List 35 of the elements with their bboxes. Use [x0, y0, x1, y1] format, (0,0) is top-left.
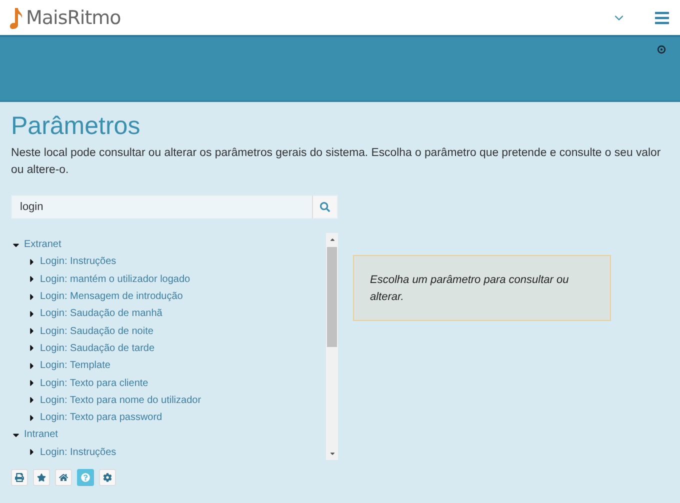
- home-button[interactable]: [55, 469, 72, 486]
- home-icon: [59, 473, 68, 482]
- scrollbar[interactable]: [326, 233, 338, 460]
- search-icon: [320, 202, 330, 212]
- tree-item[interactable]: Login: Instruções: [40, 446, 116, 458]
- tree-item[interactable]: Login: Instruções: [40, 256, 116, 268]
- settings-icon: [103, 473, 112, 482]
- settings-button[interactable]: [99, 469, 116, 486]
- page-description: Neste local pode consultar ou alterar os parâmetros gerais do sistema. Escolha o parâmetro que pretende e consulte o seu valor ou altere-o.: [11, 146, 662, 178]
- scroll-down-icon[interactable]: [328, 450, 336, 457]
- star-icon: [37, 473, 46, 482]
- tree-item[interactable]: Login: Saudação de noite: [40, 326, 154, 337]
- info-message: Escolha um parâmetro para consultar ou alterar.: [353, 255, 611, 321]
- music-note-icon: [10, 6, 23, 28]
- tree-item[interactable]: Login: Texto para cliente: [40, 378, 148, 389]
- tree-item[interactable]: Login: mantém o utilizador logado: [40, 274, 190, 285]
- scroll-up-icon[interactable]: [328, 236, 336, 243]
- tree-group[interactable]: Intranet: [24, 429, 58, 440]
- print-icon: [15, 473, 24, 482]
- tree-item[interactable]: Login: Saudação de tarde: [40, 342, 155, 354]
- tree-item[interactable]: Login: Saudação de manhã: [40, 308, 162, 320]
- tree-item[interactable]: Login: Texto para password: [40, 412, 162, 424]
- search-button[interactable]: [312, 195, 338, 219]
- page-title: Parâmetros: [11, 112, 142, 141]
- tree-group[interactable]: Extranet: [24, 239, 62, 250]
- tree-item[interactable]: Login: Template: [40, 360, 110, 372]
- star-button[interactable]: [33, 469, 50, 486]
- help-icon: [81, 473, 90, 482]
- tree-item[interactable]: Login: Texto para nome do utilizador: [40, 394, 202, 406]
- search-field[interactable]: login: [11, 195, 312, 219]
- logo-text: MaisRitmo: [26, 6, 121, 28]
- menu-icon[interactable]: [654, 10, 670, 26]
- print-button[interactable]: [11, 469, 28, 486]
- power-icon[interactable]: [657, 45, 666, 54]
- tree-item[interactable]: Login: Mensagem de introdução: [40, 291, 183, 302]
